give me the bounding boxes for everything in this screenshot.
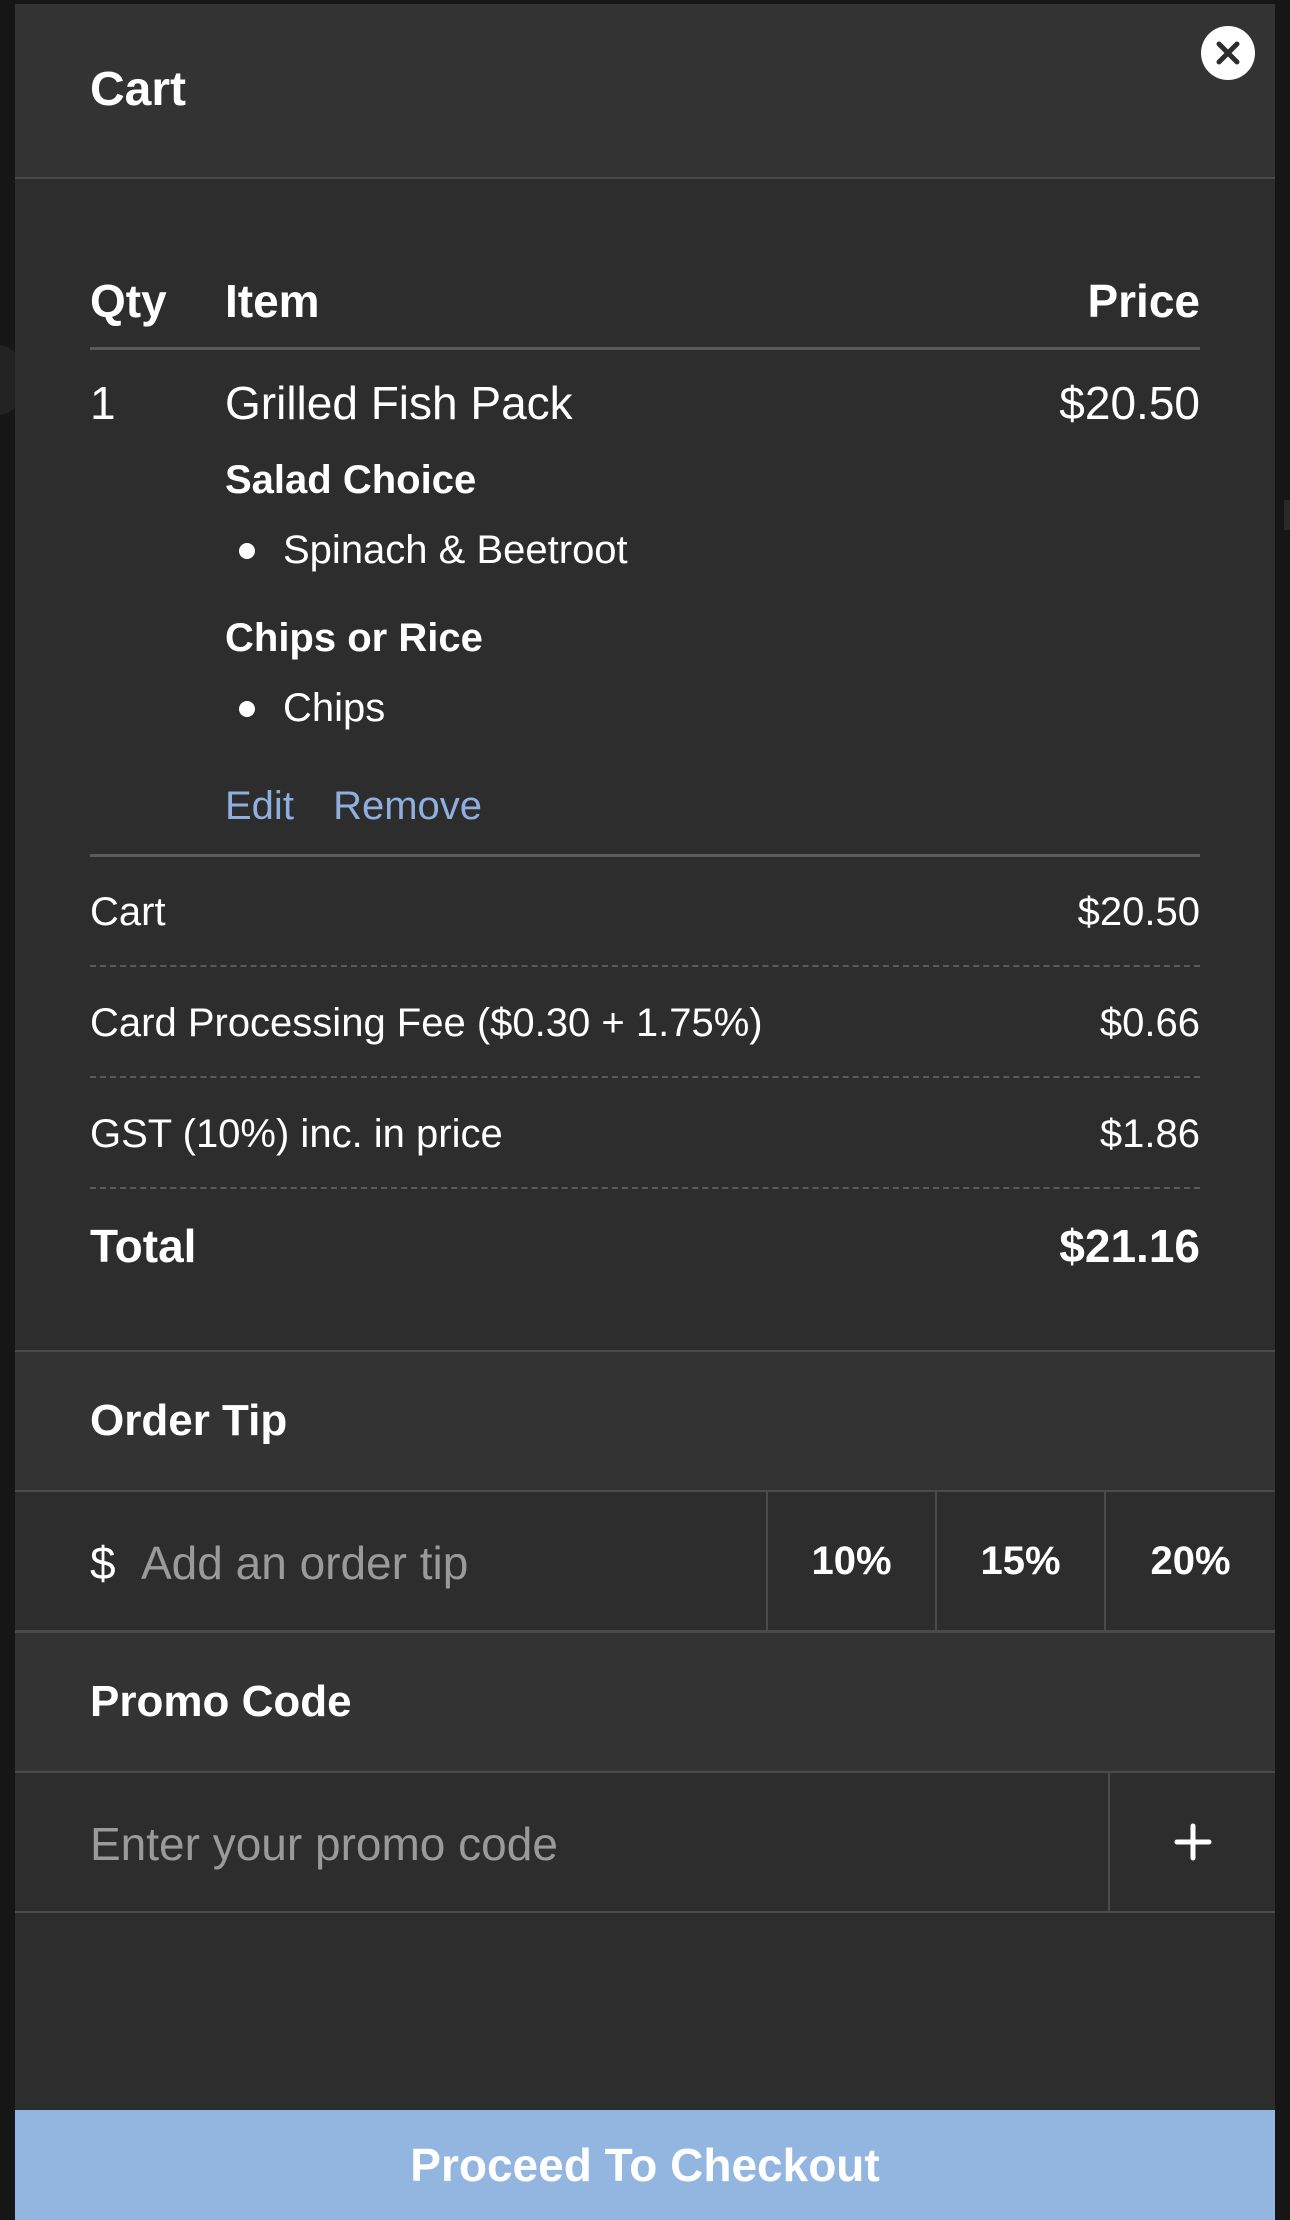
apply-promo-button[interactable] — [1110, 1773, 1275, 1911]
summary-value: $0.66 — [1099, 1001, 1200, 1045]
close-icon — [1216, 41, 1240, 65]
close-button[interactable] — [1201, 26, 1255, 80]
total-label: Total — [90, 1220, 197, 1272]
divider-dashed — [90, 1076, 1200, 1078]
tip-15-button[interactable]: 15% — [937, 1492, 1106, 1630]
item-name: Grilled Fish Pack — [225, 377, 573, 429]
currency-symbol: $ — [90, 1537, 116, 1589]
option-value: Chips — [225, 686, 385, 731]
item-actions: Edit Remove — [225, 784, 510, 829]
divider — [90, 854, 1200, 857]
order-tip-title: Order Tip — [90, 1396, 288, 1445]
remove-link[interactable]: Remove — [333, 784, 482, 828]
summary-value: $20.50 — [1077, 890, 1200, 934]
option-group-title: Salad Choice — [225, 458, 477, 502]
tip-input[interactable]: $ Add an order tip — [15, 1492, 768, 1630]
bullet-icon — [239, 700, 255, 717]
option-value-label: Chips — [283, 686, 386, 730]
bullet-icon — [239, 542, 255, 559]
checkout-button[interactable]: Proceed To Checkout — [15, 2110, 1275, 2220]
divider-dashed — [90, 965, 1200, 967]
order-tip-row: $ Add an order tip 10% 15% 20% — [15, 1492, 1275, 1632]
plus-icon — [1174, 1823, 1211, 1861]
order-tip-header: Order Tip — [15, 1350, 1275, 1492]
promo-code-input[interactable]: Enter your promo code — [15, 1773, 1110, 1911]
option-value: Spinach & Beetroot — [225, 528, 628, 573]
summary-value: $1.86 — [1099, 1112, 1200, 1156]
divider-dashed — [90, 1187, 1200, 1189]
column-price: Price — [1087, 275, 1200, 327]
cart-panel: Cart Qty Item Price 1 Grilled Fish Pack … — [15, 4, 1275, 2220]
promo-placeholder: Enter your promo code — [90, 1818, 558, 1870]
column-item: Item — [225, 275, 320, 327]
promo-code-header: Promo Code — [15, 1631, 1275, 1773]
tip-20-button[interactable]: 20% — [1106, 1492, 1275, 1630]
cart-header: Cart — [15, 4, 1275, 179]
option-value-label: Spinach & Beetroot — [283, 528, 628, 572]
promo-code-title: Promo Code — [90, 1677, 352, 1726]
cart-table-header: Qty Item Price — [90, 274, 1200, 350]
tip-10-button[interactable]: 10% — [768, 1492, 937, 1630]
item-price: $20.50 — [1059, 377, 1200, 429]
summary-label: Cart — [90, 890, 166, 934]
cart-title: Cart — [90, 63, 187, 116]
total-value: $21.16 — [1059, 1220, 1200, 1272]
column-qty: Qty — [90, 275, 167, 327]
option-group-title: Chips or Rice — [225, 616, 483, 660]
summary-label: Card Processing Fee ($0.30 + 1.75%) — [90, 1001, 763, 1045]
item-qty: 1 — [90, 377, 116, 429]
tip-placeholder: Add an order tip — [141, 1537, 469, 1589]
summary-label: GST (10%) inc. in price — [90, 1112, 503, 1156]
promo-code-row: Enter your promo code — [15, 1773, 1275, 1913]
edit-link[interactable]: Edit — [225, 784, 294, 828]
